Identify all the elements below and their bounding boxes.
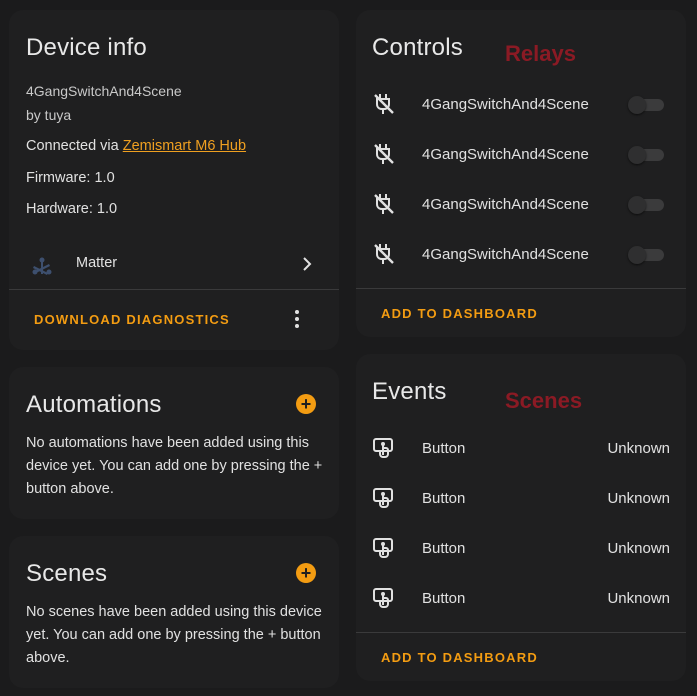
relay-toggle[interactable] xyxy=(628,146,664,164)
events-divider xyxy=(356,632,686,633)
toggle-knob xyxy=(628,96,646,114)
event-row[interactable]: Button Unknown xyxy=(356,486,686,536)
event-value: Unknown xyxy=(607,590,670,607)
control-label: 4GangSwitchAnd4Scene xyxy=(422,246,589,263)
toggle-knob xyxy=(628,146,646,164)
toggle-knob xyxy=(628,196,646,214)
control-row: 4GangSwitchAnd4Scene xyxy=(356,92,686,142)
scenes-empty-text: No scenes have been added using this dev… xyxy=(26,604,322,666)
event-label: Button xyxy=(422,590,466,607)
control-label: 4GangSwitchAnd4Scene xyxy=(422,146,589,163)
power-plug-off-icon xyxy=(372,142,396,166)
control-label: 4GangSwitchAnd4Scene xyxy=(422,96,589,113)
event-value: Unknown xyxy=(607,440,670,457)
scenes-card: Scenes + No scenes have been added using… xyxy=(9,536,339,688)
connected-via-label: Connected via xyxy=(26,138,123,154)
gesture-tap-button-icon xyxy=(372,586,396,610)
toggle-knob xyxy=(628,246,646,264)
controls-card: Controls Relays 4GangSwitchAnd4Scene 4Ga… xyxy=(356,10,686,337)
event-row[interactable]: Button Unknown xyxy=(356,586,686,636)
hardware-version: Hardware: 1.0 xyxy=(26,201,118,217)
event-row[interactable]: Button Unknown xyxy=(356,436,686,486)
gesture-tap-button-icon xyxy=(372,486,396,510)
relay-toggle[interactable] xyxy=(628,196,664,214)
download-diagnostics-button[interactable]: DOWNLOAD DIAGNOSTICS xyxy=(34,312,230,327)
controls-divider xyxy=(356,288,686,289)
add-automation-button[interactable]: + xyxy=(296,394,316,414)
gesture-tap-button-icon xyxy=(372,536,396,560)
chevron-right-icon xyxy=(299,256,315,272)
power-plug-off-icon xyxy=(372,192,396,216)
events-card: Events Scenes Button Unknown Button Unkn… xyxy=(356,354,686,681)
control-row: 4GangSwitchAnd4Scene xyxy=(356,242,686,292)
scenes-title: Scenes xyxy=(26,560,108,587)
relays-overlay-label: Relays xyxy=(505,41,576,66)
events-add-to-dashboard-button[interactable]: ADD TO DASHBOARD xyxy=(381,650,538,665)
gesture-tap-button-icon xyxy=(372,436,396,460)
integration-label: Matter xyxy=(76,255,118,271)
scenes-overlay-label: Scenes xyxy=(505,388,583,413)
event-row[interactable]: Button Unknown xyxy=(356,536,686,586)
automations-title: Automations xyxy=(26,391,162,418)
power-plug-off-icon xyxy=(372,92,396,116)
power-plug-off-icon xyxy=(372,242,396,266)
firmware-version: Firmware: 1.0 xyxy=(26,170,115,186)
controls-title: Controls xyxy=(372,34,463,61)
hub-link[interactable]: Zemismart M6 Hub xyxy=(123,138,246,154)
integration-row[interactable]: Matter xyxy=(9,246,339,282)
events-title: Events xyxy=(372,378,447,405)
control-label: 4GangSwitchAnd4Scene xyxy=(422,196,589,213)
event-value: Unknown xyxy=(607,490,670,507)
event-value: Unknown xyxy=(607,540,670,557)
add-scene-button[interactable]: + xyxy=(296,563,316,583)
automations-card: Automations + No automations have been a… xyxy=(9,367,339,519)
automations-empty-text: No automations have been added using thi… xyxy=(26,435,323,497)
event-label: Button xyxy=(422,490,466,507)
more-options-icon[interactable] xyxy=(289,308,305,330)
control-row: 4GangSwitchAnd4Scene xyxy=(356,192,686,242)
device-manufacturer: by tuya xyxy=(26,107,72,123)
device-model: 4GangSwitchAnd4Scene xyxy=(26,83,182,99)
relay-toggle[interactable] xyxy=(628,96,664,114)
device-info-title: Device info xyxy=(26,34,147,61)
connected-via: Connected via Zemismart M6 Hub xyxy=(26,138,246,154)
relay-toggle[interactable] xyxy=(628,246,664,264)
control-row: 4GangSwitchAnd4Scene xyxy=(356,142,686,192)
matter-icon xyxy=(29,254,55,280)
device-info-card: Device info 4GangSwitchAnd4Scene by tuya… xyxy=(9,10,339,350)
event-label: Button xyxy=(422,540,466,557)
event-label: Button xyxy=(422,440,466,457)
controls-add-to-dashboard-button[interactable]: ADD TO DASHBOARD xyxy=(381,306,538,321)
device-info-divider xyxy=(9,289,339,290)
